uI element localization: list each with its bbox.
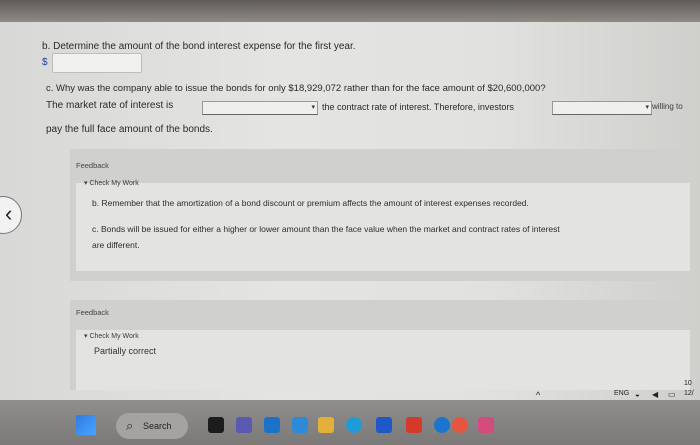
file-explorer-icon[interactable]	[318, 417, 334, 433]
question-c-line2-middle: the contract rate of interest. Therefore…	[322, 102, 514, 112]
office-icon[interactable]	[406, 417, 422, 433]
feedback-label: Feedback	[76, 161, 109, 170]
taskbar-search[interactable]: ⌕ Search	[116, 413, 188, 439]
task-view-icon[interactable]	[208, 417, 224, 433]
feedback-panel: Feedback ▾ Check My Work b. Remember tha…	[70, 149, 690, 281]
check-my-work-toggle[interactable]: ▾ Check My Work	[84, 179, 139, 187]
interest-expense-input[interactable]	[52, 53, 142, 73]
question-c-line2-start: The market rate of interest is	[46, 100, 174, 111]
feedback-result-content: ▾ Check My Work Partially correct	[76, 330, 690, 390]
search-icon: ⌕	[126, 418, 134, 433]
feedback-hint-c-line1: c. Bonds will be issued for either a hig…	[92, 224, 560, 234]
chevron-up-icon[interactable]: ^	[536, 390, 540, 400]
back-button[interactable]: ‹	[0, 196, 22, 234]
wifi-icon[interactable]: ◒	[635, 390, 640, 399]
chrome-icon[interactable]	[452, 417, 468, 433]
result-status: Partially correct	[94, 346, 157, 356]
check-my-work-toggle[interactable]: ▾ Check My Work	[84, 332, 139, 340]
chevron-down-icon: ▾	[645, 104, 649, 111]
currency-symbol: $	[42, 57, 48, 68]
store-icon[interactable]	[292, 417, 308, 433]
check-my-work-label: Check My Work	[89, 333, 139, 340]
feedback-panel-result: Feedback ▾ Check My Work Partially corre…	[70, 300, 690, 390]
taskbar: ENG 10 12/ ^ ◒ ◀ ▭ ⌕ Search	[0, 380, 700, 445]
question-c-line3: pay the full face amount of the bonds.	[46, 124, 213, 135]
browser-content: b. Determine the amount of the bond inte…	[0, 22, 700, 400]
question-c-title: c. Why was the company able to issue the…	[46, 83, 546, 94]
monitor-bezel	[0, 0, 700, 22]
messenger-icon[interactable]	[434, 417, 450, 433]
mail-icon[interactable]	[376, 417, 392, 433]
search-label: Search	[143, 421, 172, 431]
market-rate-dropdown[interactable]: ▾	[202, 101, 318, 115]
clock-date[interactable]: 12/	[684, 390, 694, 397]
question-b-title: b. Determine the amount of the bond inte…	[42, 41, 356, 52]
feedback-content: ▾ Check My Work b. Remember that the amo…	[76, 180, 690, 271]
language-indicator[interactable]: ENG	[614, 390, 629, 397]
question-c-line2-end: willing to	[652, 102, 683, 111]
triangle-down-icon: ▾	[84, 180, 88, 187]
app-icon[interactable]	[478, 417, 494, 433]
clock-time[interactable]: 10	[684, 380, 692, 387]
feedback-hint-c-line2: are different.	[92, 240, 140, 250]
windows-start-icon[interactable]	[76, 415, 96, 435]
feedback-label: Feedback	[76, 308, 109, 317]
teams-icon[interactable]	[236, 417, 252, 433]
edge-icon[interactable]	[346, 417, 362, 433]
triangle-down-icon: ▾	[84, 333, 88, 340]
speaker-icon[interactable]: ◀	[652, 390, 658, 399]
check-my-work-label: Check My Work	[89, 180, 139, 187]
investors-dropdown[interactable]: ▾	[552, 101, 652, 115]
chevron-down-icon: ▾	[311, 104, 315, 111]
chevron-left-icon: ‹	[5, 201, 13, 226]
photos-icon[interactable]	[264, 417, 280, 433]
battery-icon[interactable]: ▭	[668, 390, 676, 399]
feedback-hint-b: b. Remember that the amortization of a b…	[92, 198, 529, 208]
